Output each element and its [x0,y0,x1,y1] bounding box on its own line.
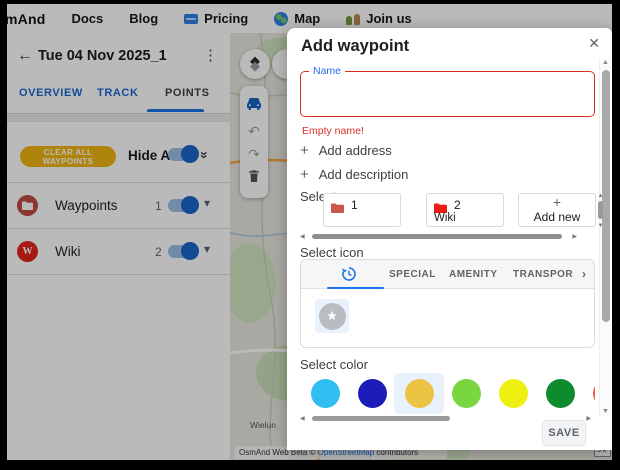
app-screen: mAnd Docs Blog Pricing Map Join us ← Tue… [7,4,612,460]
scroll-down-icon[interactable]: ▼ [596,223,605,229]
scroll-down-icon[interactable]: ▼ [600,408,611,415]
icon-category-tabs: SPECIAL AMENITY TRANSPOR › [301,260,594,289]
icon-tab-transport[interactable]: TRANSPOR [513,269,573,280]
plus-icon: + [300,166,309,183]
scroll-left-icon[interactable]: ◀ [300,415,305,422]
scroll-right-icon[interactable]: ▶ [572,233,577,240]
scroll-right-icon[interactable]: ▶ [586,415,591,422]
save-button[interactable]: SAVE [542,420,586,446]
select-color-label: Select color [300,357,368,372]
add-waypoint-dialog: Add waypoint ✕ ▲ ▼ Name Empty name! + Ad… [287,28,612,450]
star-icon: ★ [326,308,338,324]
name-field: Name [300,71,595,117]
tabs-scroll-right-icon[interactable]: › [582,267,586,281]
name-field-label: Name [309,65,345,77]
name-input[interactable] [309,78,584,108]
scroll-up-icon[interactable]: ▲ [596,193,605,199]
color-swatch-yellow[interactable] [499,379,528,408]
history-icon[interactable] [341,266,357,287]
dialog-scrollbar[interactable]: ▲ ▼ [599,58,611,416]
selected-tab-underline [327,287,384,290]
select-icon-label: Select icon [300,245,364,260]
color-swatch-light-green[interactable] [452,379,481,408]
waypoint-icon-option-selected[interactable]: ★ [315,299,349,333]
folder-icon [331,200,344,218]
icon-tab-special[interactable]: SPECIAL [389,269,436,280]
icon-tab-amenity[interactable]: AMENITY [449,269,498,280]
group-hscrollbar[interactable]: ◀ ▶ [300,233,595,241]
plus-icon: + [553,194,561,210]
scroll-up-icon[interactable]: ▲ [600,59,611,66]
color-swatch-red[interactable] [593,379,595,408]
color-swatch-dark-green[interactable] [546,379,575,408]
group-card-2[interactable]: 2 Wiki [426,193,504,227]
group-card-1[interactable]: 1 [323,193,401,227]
icon-picker: SPECIAL AMENITY TRANSPOR › ★ [300,259,595,348]
group-list-scrollbar[interactable]: ▲ ▼ [596,193,605,229]
name-error-text: Empty name! [302,125,364,137]
color-picker: ◀ ▶ [300,372,595,422]
add-address-button[interactable]: + Add address [300,140,392,160]
color-swatch-navy[interactable] [358,379,387,408]
scroll-left-icon[interactable]: ◀ [300,233,305,240]
color-swatch-gold-selected[interactable] [405,379,434,408]
add-description-button[interactable]: + Add description [300,164,408,184]
add-new-group-card[interactable]: + Add new [518,193,596,227]
color-swatch-cyan[interactable] [311,379,340,408]
plus-icon: + [300,142,309,159]
